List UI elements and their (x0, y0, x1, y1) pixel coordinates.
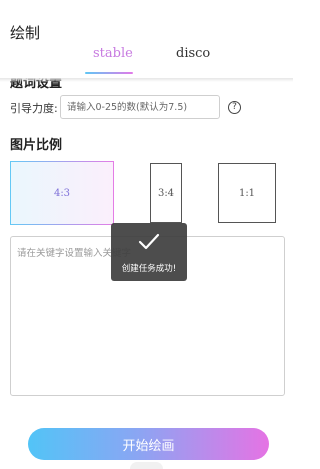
active-tab-indicator (85, 72, 133, 74)
model-tabs: stable disco (0, 46, 293, 76)
question-circle-icon[interactable]: ? (228, 101, 241, 114)
header-divider (0, 78, 293, 82)
ratio-option-label: 4:3 (53, 187, 71, 199)
ratio-section-title: 图片比例 (10, 138, 63, 153)
toast-message: 创建任务成功! (121, 264, 177, 274)
home-indicator (130, 462, 163, 469)
guidance-label: 引导力度: (10, 102, 58, 115)
check-icon (138, 233, 160, 250)
ratio-option-label: 1:1 (238, 187, 256, 199)
tab-disco[interactable]: disco (176, 46, 210, 61)
ratio-option-1-1[interactable]: 1:1 (218, 163, 276, 223)
ratio-option-4-3[interactable]: 4:3 (10, 161, 114, 225)
tab-stable[interactable]: stable (93, 46, 133, 61)
guidance-input[interactable] (60, 95, 220, 119)
page-title: 绘制 (10, 24, 41, 42)
ratio-option-label: 3:4 (157, 187, 175, 199)
start-drawing-button[interactable]: 开始绘画 (28, 428, 269, 460)
top-bar: 绘制 stable disco (0, 0, 293, 78)
guidance-row: 引导力度: ? (10, 95, 285, 121)
success-toast: 创建任务成功! (111, 223, 187, 281)
ratio-option-3-4[interactable]: 3:4 (150, 163, 182, 223)
